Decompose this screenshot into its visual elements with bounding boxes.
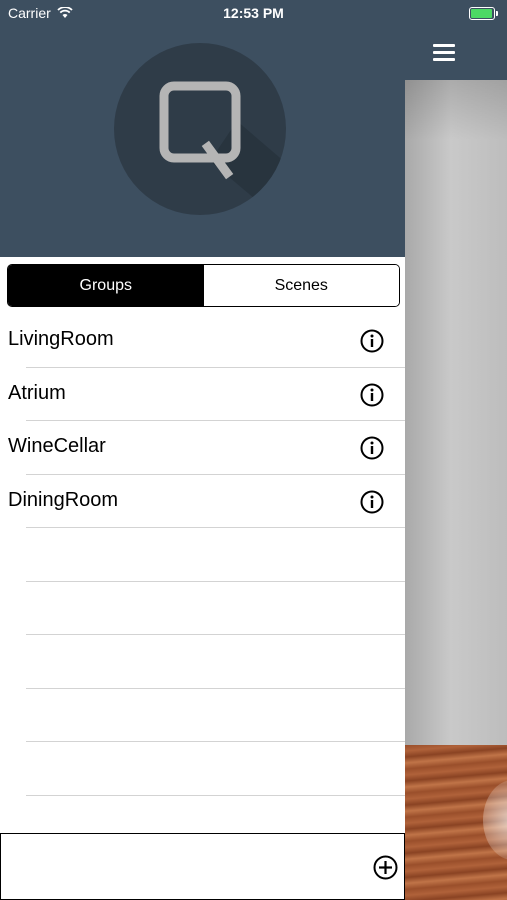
info-icon[interactable] xyxy=(360,383,384,407)
group-name: LivingRoom xyxy=(8,328,114,350)
info-icon[interactable] xyxy=(360,490,384,514)
status-time: 12:53 PM xyxy=(223,5,284,21)
status-bar: Carrier 12:53 PM xyxy=(0,0,507,28)
empty-row xyxy=(0,582,405,635)
side-drawer: Groups Scenes LivingRoom Atrium WineCell… xyxy=(0,0,405,900)
room-background xyxy=(405,0,507,900)
room-wall xyxy=(405,80,507,745)
info-icon[interactable] xyxy=(360,329,384,353)
groups-scenes-segmented-control: Groups Scenes xyxy=(7,264,400,307)
list-item-group[interactable]: DiningRoom xyxy=(0,475,405,528)
empty-row xyxy=(0,689,405,742)
empty-row xyxy=(0,742,405,796)
list-item-group[interactable]: Atrium xyxy=(0,368,405,421)
tab-scenes[interactable]: Scenes xyxy=(203,265,399,306)
empty-row xyxy=(0,528,405,582)
info-icon[interactable] xyxy=(360,436,384,460)
group-name: Atrium xyxy=(8,381,66,404)
tab-groups[interactable]: Groups xyxy=(8,265,204,306)
group-name: WineCellar xyxy=(8,435,106,457)
drawer-header xyxy=(0,0,405,257)
groups-list: LivingRoom Atrium WineCellar DiningRoom xyxy=(0,314,405,849)
app-logo xyxy=(114,43,286,215)
add-circle-icon[interactable] xyxy=(373,855,398,880)
hamburger-menu-icon[interactable] xyxy=(427,40,461,64)
empty-row xyxy=(0,635,405,689)
drawer-footer xyxy=(0,833,405,900)
battery-icon xyxy=(469,7,499,20)
list-item-group[interactable]: LivingRoom xyxy=(0,314,405,368)
group-name: DiningRoom xyxy=(8,488,119,511)
list-item-group[interactable]: WineCellar xyxy=(0,421,405,475)
